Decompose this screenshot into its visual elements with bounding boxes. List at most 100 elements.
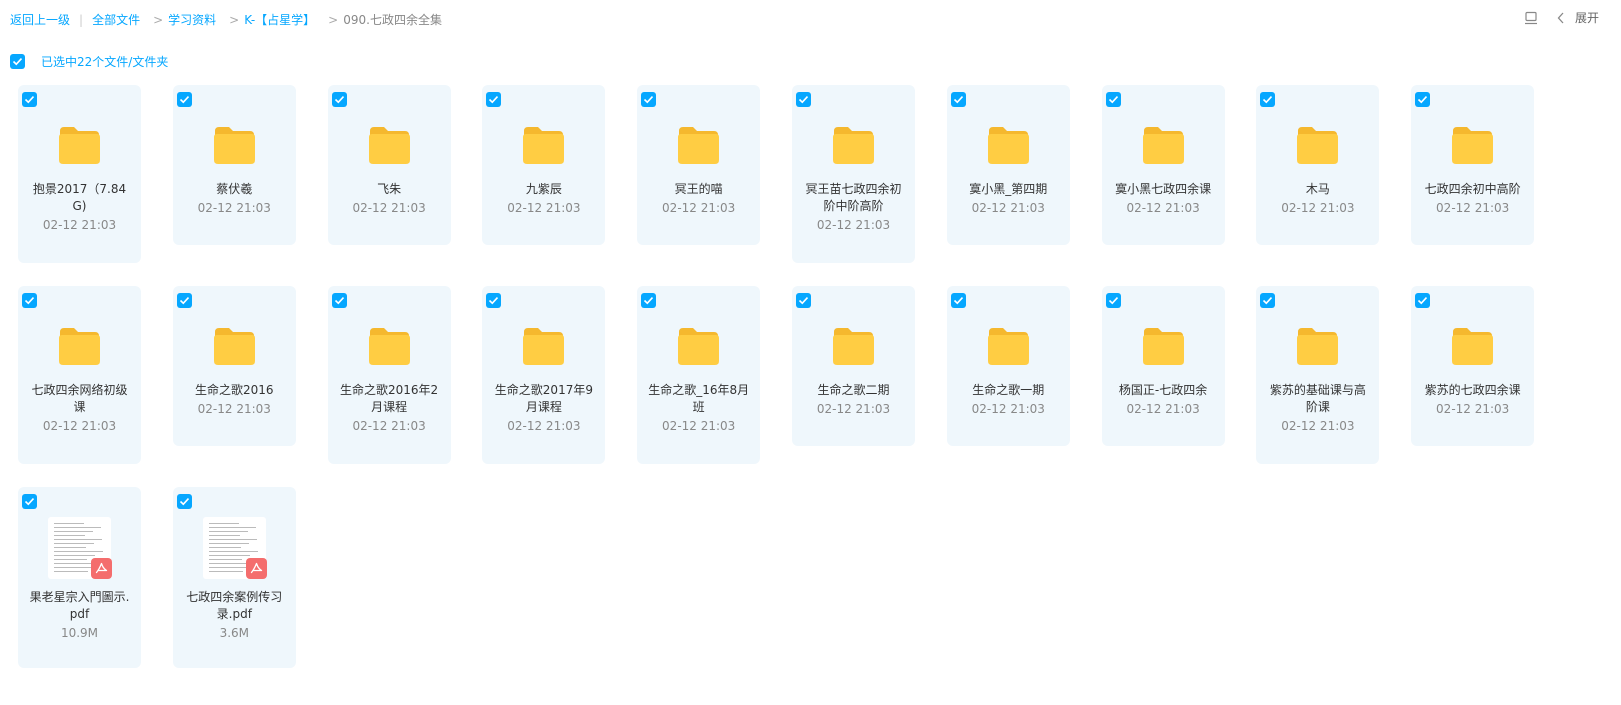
folder-card[interactable]: 生命之歌一期 02-12 21:03	[946, 286, 1070, 446]
item-checkbox[interactable]	[950, 92, 966, 107]
item-name: 寞小黑_第四期 02-12 21:03	[955, 181, 1062, 217]
breadcrumb-current: 090.七政四余全集	[343, 13, 442, 27]
folder-card[interactable]: 寞小黑_第四期 02-12 21:03	[946, 85, 1070, 245]
item-name-text: 寞小黑七政四余课	[1115, 182, 1212, 196]
view-toggle-icon[interactable]	[1523, 10, 1539, 26]
folder-card[interactable]: 九紫辰 02-12 21:03	[482, 85, 606, 245]
item-date: 02-12 21:03	[1281, 201, 1355, 215]
folder-card[interactable]: 紫苏的基础课与高阶课 02-12 21:03	[1256, 286, 1380, 464]
item-checkbox[interactable]	[22, 494, 37, 509]
item-checkbox[interactable]	[486, 92, 502, 107]
folder-card[interactable]: 飞朱 02-12 21:03	[327, 85, 451, 245]
folder-card[interactable]: 生命之歌二期 02-12 21:03	[792, 286, 915, 446]
item-name: 生命之歌一期 02-12 21:03	[955, 382, 1062, 418]
right-tools: 展开	[1523, 9, 1599, 26]
item-name-text: 木马	[1305, 182, 1330, 196]
item-date: 02-12 21:03	[42, 218, 117, 232]
pdf-icon	[91, 558, 112, 579]
item-name-text: 生命之歌2016年2月课程	[340, 383, 439, 414]
expand-button[interactable]: 展开	[1557, 9, 1599, 26]
item-checkbox[interactable]	[486, 293, 502, 308]
item-checkbox[interactable]	[331, 92, 347, 107]
item-name: 蔡伏羲 02-12 21:03	[181, 181, 288, 217]
item-name-text: 七政四余案例传习录.pdf	[186, 590, 283, 621]
item-checkbox[interactable]	[1260, 92, 1276, 107]
item-date: 02-12 21:03	[1436, 402, 1510, 416]
item-checkbox[interactable]	[1105, 293, 1121, 308]
item-name: 飞朱 02-12 21:03	[336, 181, 443, 217]
item-name-text: 冥王苗七政四余初阶中阶高阶	[805, 182, 902, 213]
folder-card[interactable]: 生命之歌2017年9月课程 02-12 21:03	[482, 286, 606, 464]
selection-count: 已选中22个文件/文件夹	[41, 55, 169, 69]
folder-icon	[1141, 125, 1186, 165]
item-size: 3.6M	[219, 626, 250, 640]
folder-icon	[1141, 326, 1186, 366]
folder-card[interactable]: 杨国正-七政四余 02-12 21:03	[1101, 286, 1225, 446]
folder-card[interactable]: 蔡伏羲 02-12 21:03	[172, 85, 296, 245]
breadcrumb-all-files[interactable]: 全部文件	[92, 11, 140, 28]
item-checkbox[interactable]	[176, 92, 192, 107]
file-card[interactable]: 果老星宗入門圖示.pdf 10.9M	[18, 487, 141, 668]
folder-icon	[1450, 125, 1495, 165]
item-checkbox[interactable]	[641, 92, 657, 107]
item-name: 七政四余初中高阶 02-12 21:03	[1419, 181, 1526, 217]
item-checkbox[interactable]	[176, 494, 192, 509]
item-checkbox[interactable]	[796, 92, 811, 107]
file-card[interactable]: 七政四余案例传习录.pdf 3.6M	[172, 487, 296, 668]
folder-card[interactable]: 抱景2017（7.84G) 02-12 21:03	[18, 85, 141, 263]
folder-icon	[676, 125, 721, 165]
item-name-text: 生命之歌_16年8月班	[648, 383, 750, 414]
item-checkbox[interactable]	[22, 92, 37, 107]
folder-card[interactable]: 紫苏的七政四余课 02-12 21:03	[1411, 286, 1535, 446]
item-checkbox[interactable]	[1260, 293, 1276, 308]
item-name-text: 九紫辰	[525, 182, 562, 196]
chevron-right-icon: >	[229, 12, 240, 27]
folder-icon	[1295, 125, 1340, 165]
folder-card[interactable]: 寞小黑七政四余课 02-12 21:03	[1101, 85, 1225, 245]
item-checkbox[interactable]	[1105, 92, 1121, 107]
folder-card[interactable]: 冥王的喵 02-12 21:03	[637, 85, 761, 245]
item-date: 02-12 21:03	[662, 201, 736, 215]
folder-card[interactable]: 七政四余初中高阶 02-12 21:03	[1411, 85, 1535, 245]
item-name-text: 蔡伏羲	[216, 182, 253, 196]
item-size: 10.9M	[60, 626, 99, 640]
folder-card[interactable]: 生命之歌2016 02-12 21:03	[172, 286, 296, 446]
folder-card[interactable]: 生命之歌_16年8月班 02-12 21:03	[637, 286, 761, 464]
back-link[interactable]: 返回上一级	[10, 11, 70, 28]
item-name-text: 七政四余网络初级课	[31, 383, 128, 414]
item-name-text: 生命之歌一期	[972, 383, 1045, 397]
item-name-text: 紫苏的七政四余课	[1424, 383, 1521, 397]
item-checkbox[interactable]	[641, 293, 657, 308]
chevron-right-icon: >	[153, 12, 164, 27]
item-name: 寞小黑七政四余课 02-12 21:03	[1110, 181, 1217, 217]
item-checkbox[interactable]	[22, 293, 37, 308]
item-checkbox[interactable]	[1415, 92, 1431, 107]
item-name: 果老星宗入門圖示.pdf 10.9M	[26, 589, 133, 642]
selection-bar: 已选中22个文件/文件夹	[10, 53, 168, 70]
folder-card[interactable]: 木马 02-12 21:03	[1256, 85, 1380, 245]
folder-icon	[521, 125, 566, 165]
item-name-text: 冥王的喵	[674, 182, 723, 196]
item-checkbox[interactable]	[1415, 293, 1431, 308]
item-checkbox[interactable]	[796, 293, 811, 308]
folder-card[interactable]: 冥王苗七政四余初阶中阶高阶 02-12 21:03	[792, 85, 915, 263]
chevron-right-icon: >	[328, 12, 339, 27]
folder-icon	[212, 125, 257, 165]
select-all-checkbox[interactable]	[10, 54, 25, 69]
item-checkbox[interactable]	[950, 293, 966, 308]
folder-card[interactable]: 生命之歌2016年2月课程 02-12 21:03	[327, 286, 451, 464]
item-name-text: 生命之歌二期	[817, 383, 890, 397]
item-checkbox[interactable]	[176, 293, 192, 308]
item-checkbox[interactable]	[331, 293, 347, 308]
folder-icon	[831, 125, 876, 165]
item-date: 02-12 21:03	[352, 419, 426, 433]
item-date: 02-12 21:03	[1126, 201, 1200, 215]
folder-card[interactable]: 七政四余网络初级课 02-12 21:03	[18, 286, 141, 464]
expand-label: 展开	[1574, 11, 1599, 25]
item-name-text: 抱景2017（7.84G)	[32, 182, 127, 213]
folder-icon	[367, 125, 412, 165]
item-name-text: 生命之歌2017年9月课程	[494, 383, 593, 414]
breadcrumb-study-materials[interactable]: 学习资料	[168, 11, 216, 28]
breadcrumb-astrology[interactable]: K-【占星学】	[244, 11, 315, 28]
item-name: 生命之歌_16年8月班 02-12 21:03	[645, 382, 752, 435]
